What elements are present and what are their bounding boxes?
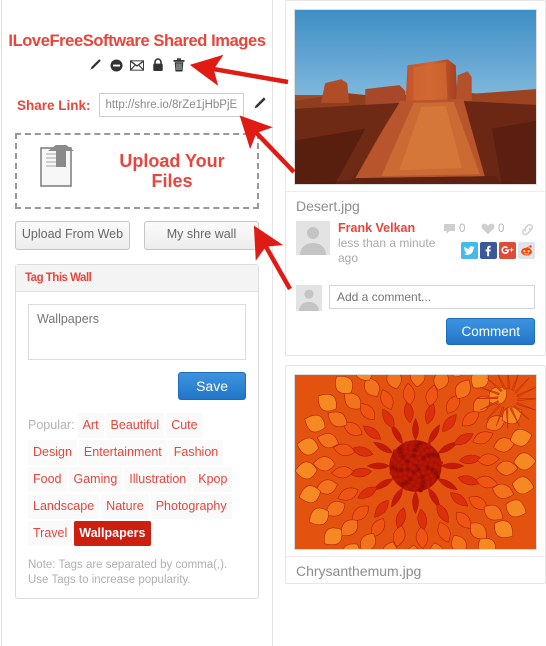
tag-food[interactable]: Food (28, 467, 67, 492)
comment-bar (286, 276, 545, 311)
popular-tags: Popular: Art Beautiful Cute Design Entertainm… (28, 413, 246, 548)
tag-panel-body: Save Popular:ArtBeautifulCute DesignEnter… (16, 292, 258, 598)
tag-kpop[interactable]: Kpop (193, 467, 233, 492)
tag-note: Note: Tags are separated by comma(,). Us… (28, 559, 228, 586)
like-count[interactable]: 0 (481, 223, 504, 235)
upload-from-web-button[interactable]: Upload From Web (15, 221, 130, 250)
comment-button-row: Comment (286, 311, 545, 355)
share-link-label: Share Link: (17, 97, 91, 113)
share-link-edit-icon[interactable] (252, 96, 267, 114)
tag-nature[interactable]: Nature (101, 494, 149, 519)
upload-dropzone-label: Upload Your Files (119, 151, 225, 191)
image-feed: Desert.jpg Frank Velkan less than a minu… (285, 0, 546, 646)
tag-illustration[interactable]: Illustration (124, 467, 192, 492)
chain-link-icon[interactable] (520, 223, 535, 236)
tag-landscape[interactable]: Landscape (28, 494, 100, 519)
save-button[interactable]: Save (178, 372, 246, 400)
popular-tags-label: Popular: (28, 418, 75, 432)
photo-meta: Frank Velkan less than a minute ago 0 0 (286, 218, 545, 276)
photo-wrapper (286, 366, 545, 556)
my-share-wall-button[interactable]: My shre wall (144, 221, 259, 250)
tag-fashion[interactable]: Fashion (168, 440, 224, 465)
tag-gaming[interactable]: Gaming (68, 467, 123, 492)
feed-card: Desert.jpg Frank Velkan less than a minu… (285, 0, 546, 356)
meta-actions: 0 0 (443, 221, 535, 259)
tag-travel[interactable]: Travel (28, 521, 73, 546)
tag-input[interactable] (28, 304, 246, 360)
tag-photography[interactable]: Photography (150, 494, 232, 519)
tag-art[interactable]: Art (77, 413, 104, 438)
mail-icon[interactable] (130, 57, 144, 73)
tag-cute[interactable]: Cute (166, 413, 203, 438)
photo-desert-monument-valley[interactable] (294, 9, 537, 185)
photo-chrysanthemum-flower[interactable] (294, 374, 537, 550)
like-count-value: 0 (498, 223, 505, 235)
avatar (296, 221, 330, 255)
photo-filename: Desert.jpg (286, 191, 545, 218)
block-icon[interactable] (109, 57, 123, 73)
tag-beautiful[interactable]: Beautiful (105, 413, 165, 438)
upload-document-icon (33, 141, 89, 197)
page-title: ILoveFreeSoftware Shared Images (8, 32, 266, 50)
share-link-row: Share Link: (2, 93, 272, 117)
facebook-icon[interactable] (480, 242, 497, 259)
comment-count[interactable]: 0 (443, 223, 465, 235)
save-row: Save (28, 372, 246, 400)
tag-entertainment[interactable]: Entertainment (78, 440, 167, 465)
counts-row: 0 0 (443, 221, 535, 237)
uploader-name[interactable]: Frank Velkan (338, 221, 443, 236)
social-share-row (443, 242, 535, 259)
upload-time: less than a minute ago (338, 236, 436, 265)
wall-action-toolbar (2, 57, 272, 73)
reddit-icon[interactable] (518, 242, 535, 259)
tag-design[interactable]: Design (28, 440, 77, 465)
meta-text: Frank Velkan less than a minute ago (338, 221, 443, 266)
twitter-icon[interactable] (461, 242, 478, 259)
comment-count-value: 0 (459, 223, 466, 235)
photo-filename: Chrysanthemum.jpg (286, 556, 545, 583)
tag-wallpapers[interactable]: Wallpapers (74, 521, 151, 546)
tag-panel-header: Tag This Wall (16, 265, 258, 292)
edit-icon[interactable] (88, 57, 102, 73)
feed-card: Chrysanthemum.jpg (285, 365, 546, 584)
trash-icon[interactable] (172, 57, 186, 73)
comment-input[interactable] (329, 285, 535, 309)
upload-dropzone[interactable]: Upload Your Files (15, 133, 259, 209)
comment-submit-button[interactable]: Comment (446, 318, 535, 345)
wall-button-row: Upload From Web My shre wall (15, 221, 259, 250)
lock-icon[interactable] (151, 57, 165, 73)
wall-sidebar: ILoveFreeSoftware Shared Images Share Li… (1, 0, 273, 646)
photo-wrapper (286, 1, 545, 191)
tag-panel: Tag This Wall Save Popular:ArtBeautifulC… (15, 264, 259, 599)
share-link-input[interactable] (98, 93, 244, 117)
googleplus-icon[interactable] (499, 242, 516, 259)
comment-avatar (296, 285, 322, 311)
